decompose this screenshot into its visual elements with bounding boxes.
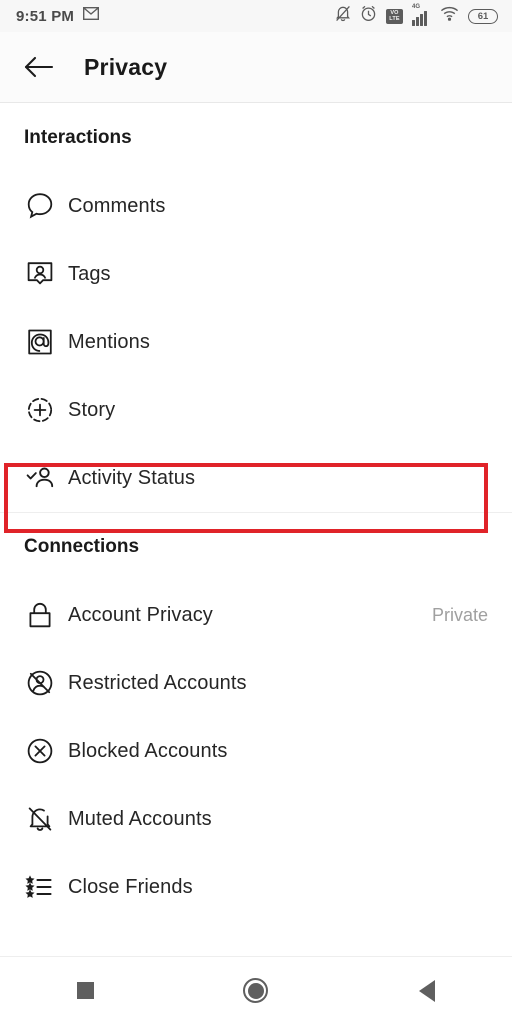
row-tags[interactable]: Tags bbox=[0, 240, 512, 308]
status-bar: 9:51 PM VO LTE 4G 61 bbox=[0, 0, 512, 32]
status-bar-clock: 9:51 PM bbox=[16, 7, 75, 25]
row-activity-status[interactable]: Activity Status bbox=[0, 444, 512, 512]
row-account-privacy[interactable]: Account Privacy Private bbox=[0, 581, 512, 649]
app-header: Privacy bbox=[0, 32, 512, 103]
row-label: Story bbox=[68, 398, 116, 421]
back-arrow-icon[interactable] bbox=[18, 46, 60, 88]
row-label: Restricted Accounts bbox=[68, 671, 247, 694]
account-privacy-value: Private bbox=[431, 604, 488, 625]
close-friends-star-list-icon bbox=[24, 871, 56, 903]
row-close-friends[interactable]: Close Friends bbox=[0, 853, 512, 921]
row-label: Muted Accounts bbox=[68, 807, 212, 830]
wifi-icon bbox=[440, 6, 459, 26]
volte-icon: VO LTE bbox=[386, 8, 403, 24]
row-story[interactable]: Story bbox=[0, 376, 512, 444]
cellular-signal-icon: 4G bbox=[412, 4, 431, 26]
phone-screen: 9:51 PM VO LTE 4G 61 Privacy Interaction… bbox=[0, 0, 512, 1024]
row-label: Comments bbox=[68, 194, 166, 217]
muted-bell-icon bbox=[24, 803, 56, 835]
mention-at-icon bbox=[24, 326, 56, 358]
settings-list: Interactions Comments Tags Mentions Stor… bbox=[0, 104, 512, 921]
lock-icon bbox=[24, 599, 56, 631]
row-label: Activity Status bbox=[68, 466, 196, 489]
row-muted-accounts[interactable]: Muted Accounts bbox=[0, 785, 512, 853]
row-mentions[interactable]: Mentions bbox=[0, 308, 512, 376]
story-plus-icon bbox=[24, 394, 56, 426]
android-navigation-bar bbox=[0, 956, 512, 1024]
back-triangle-icon[interactable] bbox=[392, 966, 462, 1016]
section-header-interactions: Interactions bbox=[24, 127, 132, 148]
home-circle-icon[interactable] bbox=[221, 966, 291, 1016]
battery-indicator: 61 bbox=[468, 8, 498, 24]
row-blocked-accounts[interactable]: Blocked Accounts bbox=[0, 717, 512, 785]
page-title: Privacy bbox=[84, 53, 168, 80]
section-header-connections: Connections bbox=[24, 536, 140, 557]
status-bar-left: 9:51 PM bbox=[16, 6, 100, 25]
notifications-off-icon bbox=[335, 5, 351, 27]
gmail-icon bbox=[83, 6, 100, 25]
comment-icon bbox=[24, 190, 56, 222]
status-bar-right: VO LTE 4G 61 bbox=[335, 4, 498, 27]
row-label: Account Privacy bbox=[68, 603, 213, 626]
tag-person-icon bbox=[24, 258, 56, 290]
row-restricted-accounts[interactable]: Restricted Accounts bbox=[0, 649, 512, 717]
row-label: Close Friends bbox=[68, 875, 193, 898]
row-label: Blocked Accounts bbox=[68, 739, 228, 762]
recents-square-icon[interactable] bbox=[50, 966, 120, 1016]
restricted-account-icon bbox=[24, 667, 56, 699]
row-label: Tags bbox=[68, 262, 111, 285]
row-label: Mentions bbox=[68, 330, 150, 353]
activity-status-icon bbox=[24, 462, 56, 494]
row-comments[interactable]: Comments bbox=[0, 172, 512, 240]
blocked-account-icon bbox=[24, 735, 56, 767]
alarm-icon bbox=[360, 5, 377, 27]
